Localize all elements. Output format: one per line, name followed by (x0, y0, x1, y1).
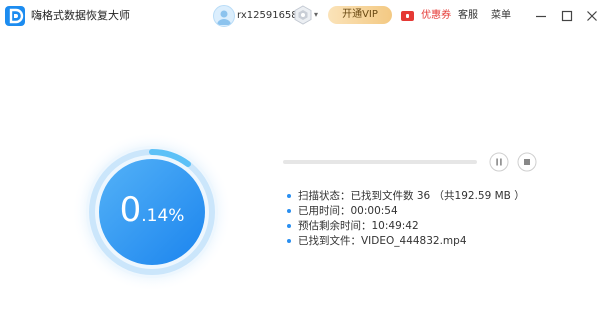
customer-service-button[interactable]: 客服 (458, 8, 478, 24)
minimize-icon[interactable] (531, 6, 551, 26)
bullet-dot (287, 239, 291, 243)
info-value: VIDEO_444832.mp4 (361, 235, 467, 247)
info-label: 预估剩余时间： (298, 220, 372, 232)
chevron-down-icon[interactable]: ▾ (314, 10, 318, 20)
info-label: 已用时间： (298, 205, 351, 217)
bullet-dot (287, 194, 291, 198)
stop-button[interactable] (517, 152, 537, 172)
bullet-dot (287, 209, 291, 213)
title-bar: 嗨格式数据恢复大师 rx12591658 ▾ 开通VIP 优惠券 客服 菜单 (0, 0, 607, 32)
pause-icon (489, 152, 509, 172)
info-label: 扫描状态： (298, 190, 351, 202)
vip-badge-icon[interactable] (293, 5, 313, 25)
info-found-file: 已找到文件：VIDEO_444832.mp4 (287, 234, 525, 249)
info-scan-status: 扫描状态：已找到文件数 36 （共192.59 MB ） (287, 189, 525, 204)
menu-button[interactable]: 菜单 (491, 8, 511, 24)
info-label: 已找到文件： (298, 235, 361, 247)
progress-percent: 0.14% (72, 190, 232, 236)
info-remaining-time: 预估剩余时间：10:49:42 (287, 219, 525, 234)
app-window: 嗨格式数据恢复大师 rx12591658 ▾ 开通VIP 优惠券 客服 菜单 0… (0, 0, 607, 320)
stop-icon (517, 152, 537, 172)
info-value: 00:00:54 (350, 205, 398, 217)
info-value: 10:49:42 (371, 220, 419, 232)
info-elapsed-time: 已用时间：00:00:54 (287, 204, 525, 219)
scan-progress-circle: 0.14% (72, 132, 232, 292)
open-vip-button[interactable]: 开通VIP (328, 6, 392, 24)
coupon-label: 优惠券 (421, 10, 452, 21)
app-title: 嗨格式数据恢复大师 (31, 9, 130, 22)
close-icon[interactable] (582, 6, 602, 26)
progress-percent-fraction: .14% (141, 206, 185, 226)
app-logo-d-icon (5, 6, 25, 26)
coupon-button[interactable]: 优惠券 (401, 8, 451, 24)
coupon-icon (401, 11, 414, 21)
info-value: 已找到文件数 36 （共192.59 MB ） (350, 190, 525, 202)
bullet-dot (287, 224, 291, 228)
scan-progress-bar (283, 160, 477, 164)
progress-percent-integer: 0 (119, 190, 142, 230)
user-avatar-icon[interactable] (213, 5, 235, 27)
scan-info-list: 扫描状态：已找到文件数 36 （共192.59 MB ） 已用时间：00:00:… (287, 189, 525, 249)
username[interactable]: rx12591658 (237, 9, 298, 23)
maximize-icon[interactable] (557, 6, 577, 26)
pause-button[interactable] (489, 152, 509, 172)
